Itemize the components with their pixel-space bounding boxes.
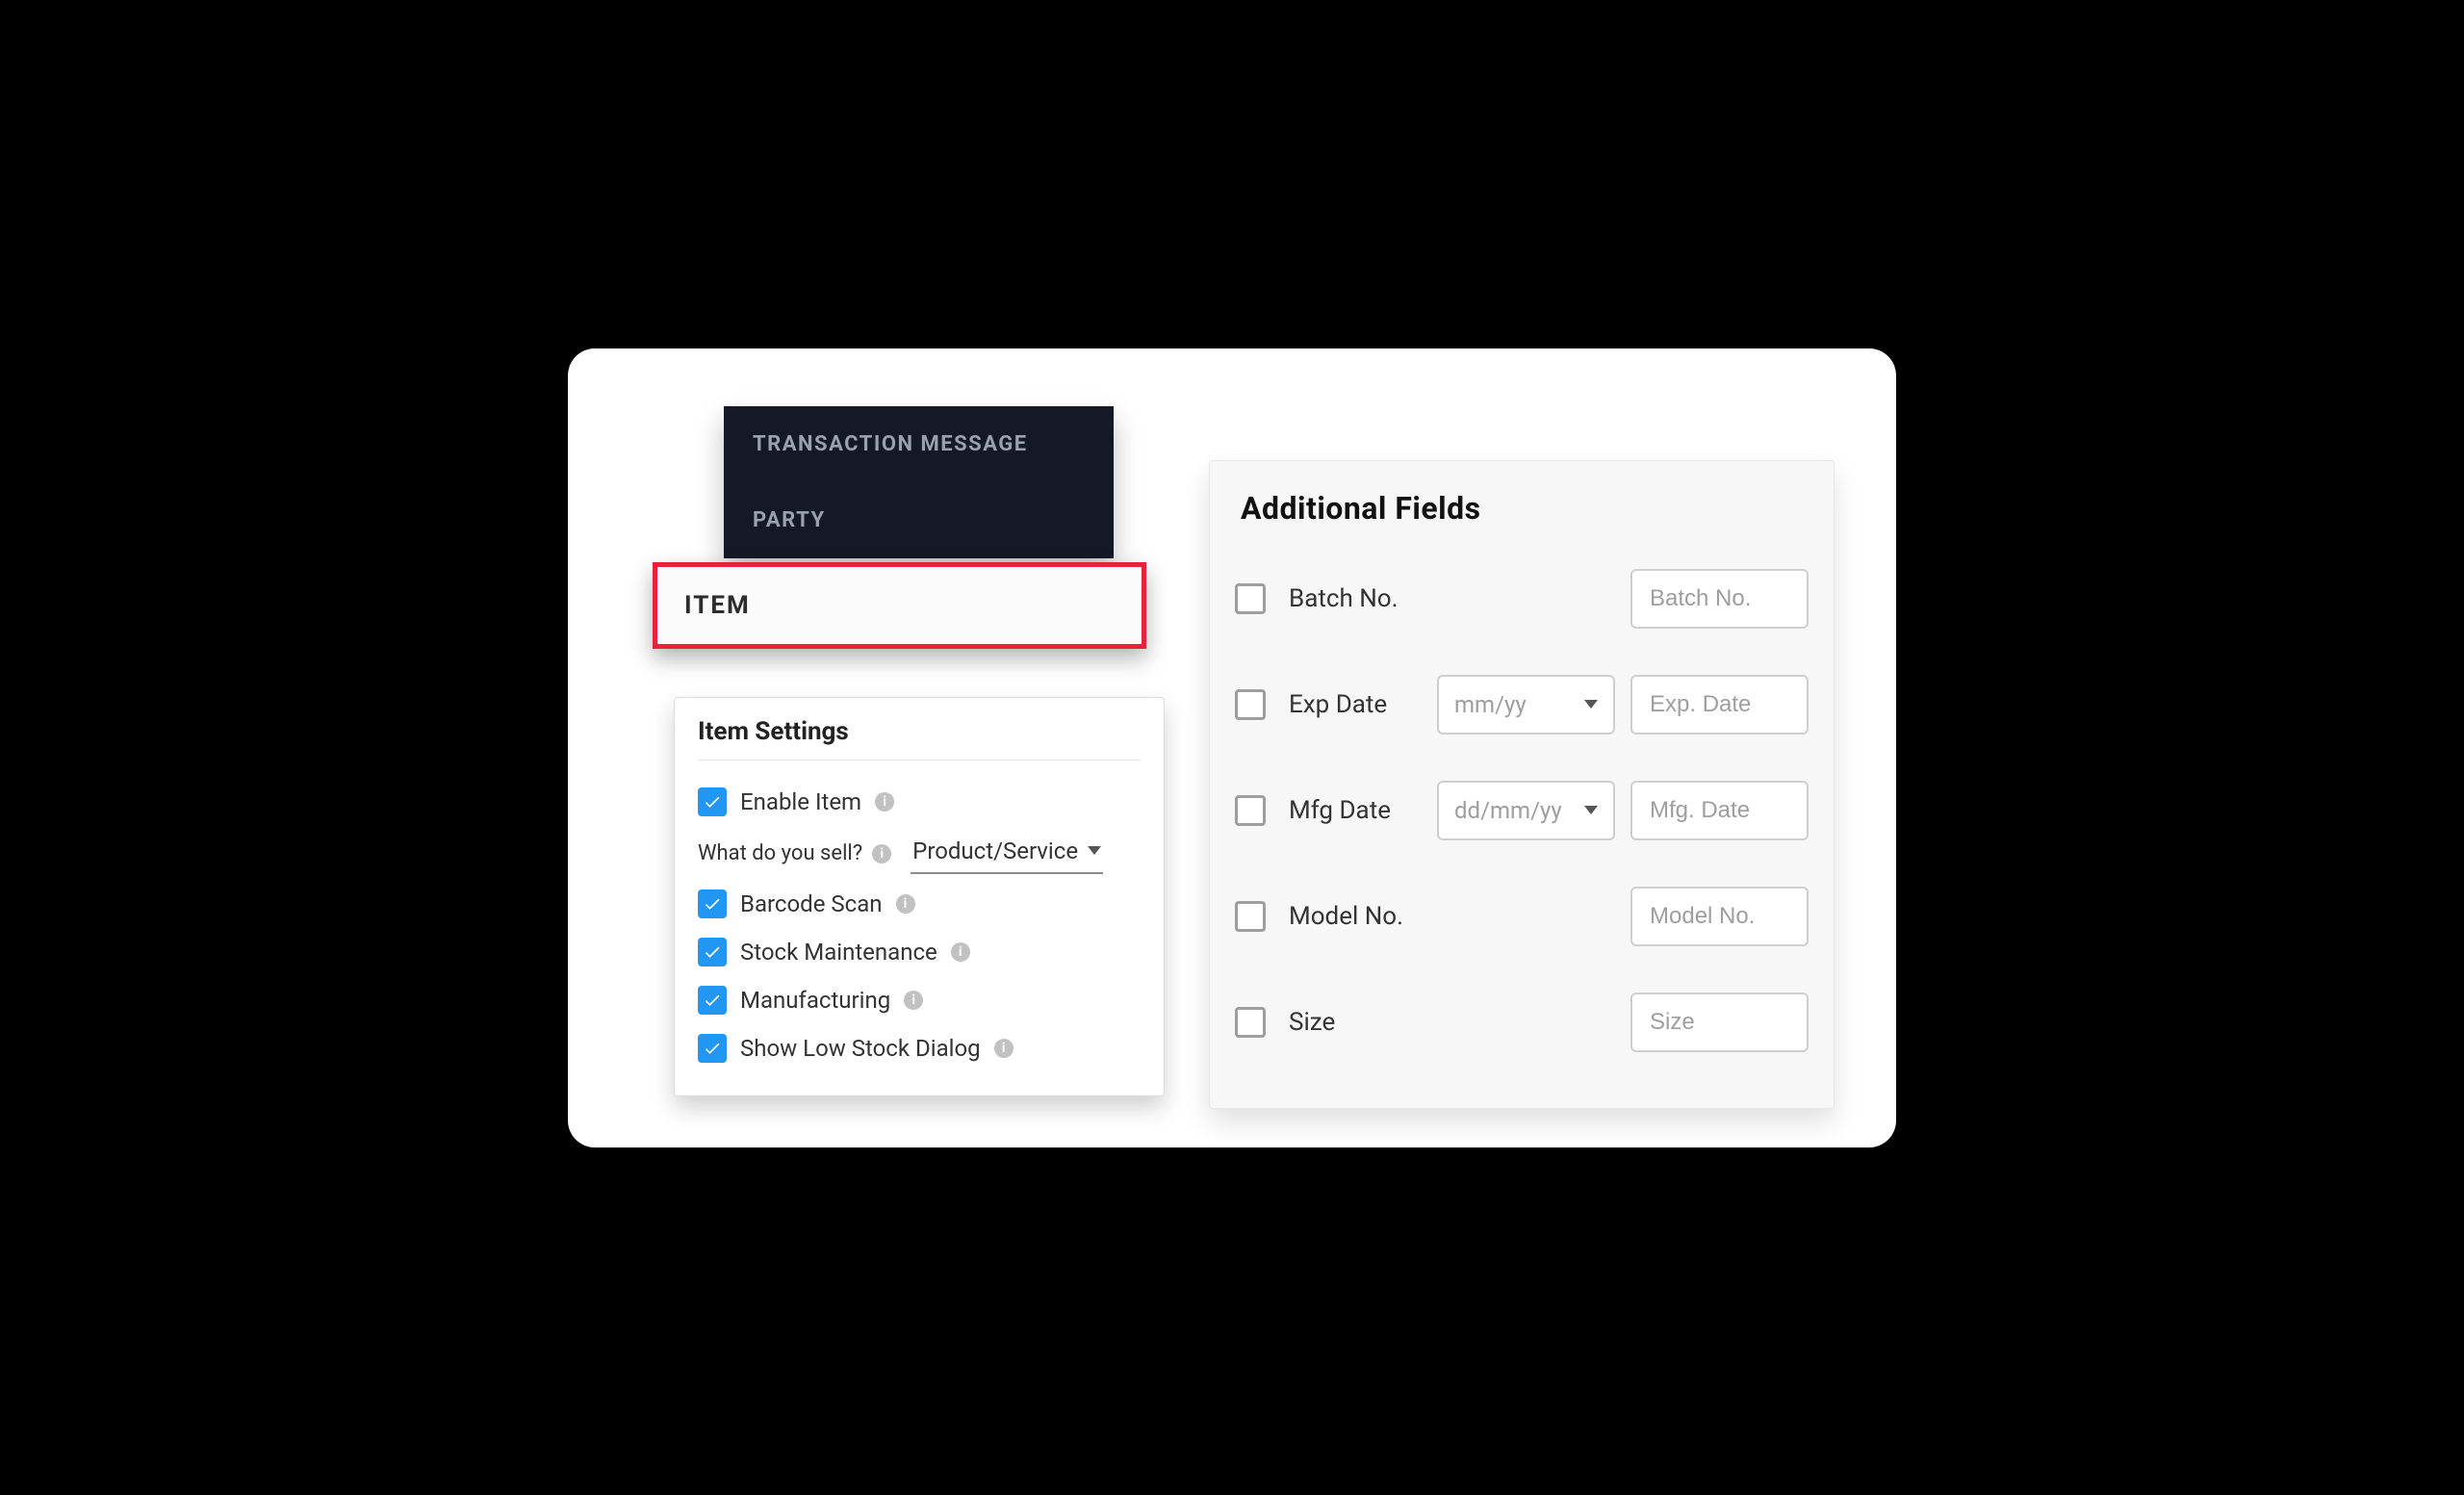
chevron-down-icon	[1584, 806, 1598, 814]
checkbox-model[interactable]	[1235, 901, 1266, 932]
setting-enable-item: Enable Item i	[698, 778, 1141, 826]
item-settings-panel: Item Settings Enable Item i What do you …	[674, 697, 1165, 1096]
label-manufacturing: Manufacturing	[740, 987, 890, 1014]
label-model: Model No.	[1289, 902, 1615, 931]
setting-manufacturing: Manufacturing i	[698, 976, 1141, 1024]
checkbox-exp[interactable]	[1235, 689, 1266, 720]
input-exp[interactable]	[1630, 675, 1809, 735]
settings-card: TRANSACTION MESSAGE PARTY ITEM Item Sett…	[568, 348, 1896, 1147]
label-low-stock: Show Low Stock Dialog	[740, 1035, 981, 1062]
input-mfg[interactable]	[1630, 781, 1809, 840]
nav-item-transaction-message[interactable]: TRANSACTION MESSAGE	[724, 406, 1114, 482]
item-settings-title: Item Settings	[698, 717, 1141, 760]
setting-low-stock: Show Low Stock Dialog i	[698, 1024, 1141, 1072]
setting-stock: Stock Maintenance i	[698, 928, 1141, 976]
nav-item-item-selected[interactable]: ITEM	[653, 562, 1146, 649]
label-size: Size	[1289, 1008, 1615, 1037]
select-mfg-format[interactable]: dd/mm/yy	[1437, 781, 1615, 840]
checkbox-size[interactable]	[1235, 1007, 1266, 1038]
input-size[interactable]	[1630, 992, 1809, 1052]
check-icon	[703, 991, 722, 1010]
additional-fields-panel: Additional Fields Batch No. Exp Date mm/…	[1209, 460, 1835, 1109]
label-batch: Batch No.	[1289, 584, 1615, 613]
field-size: Size	[1235, 969, 1809, 1075]
info-icon[interactable]: i	[994, 1039, 1014, 1058]
select-what-sell[interactable]: Product/Service	[911, 834, 1103, 874]
check-icon	[703, 894, 722, 914]
setting-what-sell: What do you sell? i Product/Service	[698, 826, 1141, 880]
nav-label: TRANSACTION MESSAGE	[753, 432, 1028, 456]
input-model[interactable]	[1630, 887, 1809, 946]
check-icon	[703, 792, 722, 812]
label-enable-item: Enable Item	[740, 788, 861, 815]
additional-fields-title: Additional Fields	[1241, 490, 1809, 527]
label-stock: Stock Maintenance	[740, 939, 937, 966]
nav-item-party[interactable]: PARTY	[724, 482, 1114, 558]
nav-label: ITEM	[684, 591, 751, 620]
field-batch: Batch No.	[1235, 546, 1809, 652]
label-barcode: Barcode Scan	[740, 890, 883, 917]
info-icon[interactable]: i	[951, 942, 970, 962]
checkbox-manufacturing[interactable]	[698, 986, 727, 1015]
chevron-down-icon	[1088, 846, 1101, 855]
left-nav: TRANSACTION MESSAGE PARTY	[724, 406, 1114, 558]
select-value: mm/yy	[1454, 691, 1527, 718]
checkbox-stock[interactable]	[698, 938, 727, 967]
info-icon[interactable]: i	[904, 991, 923, 1010]
checkbox-low-stock[interactable]	[698, 1034, 727, 1063]
nav-label: PARTY	[753, 508, 826, 532]
input-batch[interactable]	[1630, 569, 1809, 629]
info-icon[interactable]: i	[875, 792, 894, 812]
select-value: Product/Service	[912, 838, 1078, 864]
info-icon[interactable]: i	[872, 844, 891, 863]
select-value: dd/mm/yy	[1454, 797, 1562, 824]
check-icon	[703, 942, 722, 962]
checkbox-batch[interactable]	[1235, 583, 1266, 614]
label-what-sell: What do you sell?	[698, 841, 862, 865]
chevron-down-icon	[1584, 700, 1598, 709]
label-mfg: Mfg Date	[1289, 796, 1422, 825]
select-exp-format[interactable]: mm/yy	[1437, 675, 1615, 735]
checkbox-enable-item[interactable]	[698, 787, 727, 816]
checkbox-mfg[interactable]	[1235, 795, 1266, 826]
field-mfg: Mfg Date dd/mm/yy	[1235, 758, 1809, 863]
info-icon[interactable]: i	[896, 894, 915, 914]
field-model: Model No.	[1235, 863, 1809, 969]
checkbox-barcode[interactable]	[698, 889, 727, 918]
field-exp: Exp Date mm/yy	[1235, 652, 1809, 758]
check-icon	[703, 1039, 722, 1058]
label-exp: Exp Date	[1289, 690, 1422, 719]
setting-barcode: Barcode Scan i	[698, 880, 1141, 928]
